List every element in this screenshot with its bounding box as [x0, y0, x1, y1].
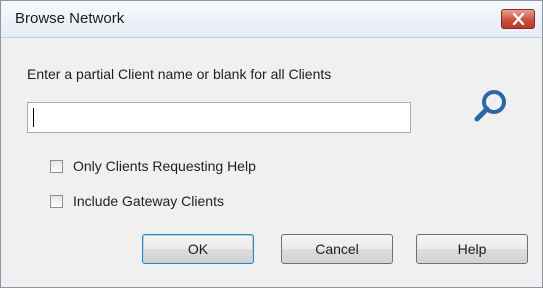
window-title: Browse Network: [15, 10, 125, 27]
only-clients-requesting-help-checkbox[interactable]: [50, 160, 63, 173]
dialog-content: Enter a partial Client name or blank for…: [1, 38, 542, 287]
include-gateway-clients-checkbox[interactable]: [50, 195, 63, 208]
client-name-input[interactable]: [27, 102, 411, 133]
search-icon: [474, 90, 506, 122]
browse-network-dialog: Browse Network Enter a partial Client na…: [0, 0, 543, 288]
prompt-label: Enter a partial Client name or blank for…: [27, 66, 332, 82]
only-clients-requesting-help-label[interactable]: Only Clients Requesting Help: [73, 158, 256, 174]
close-icon: [512, 13, 525, 25]
title-bar[interactable]: Browse Network: [1, 1, 542, 38]
text-caret: [33, 108, 34, 127]
ok-button[interactable]: OK: [142, 234, 254, 264]
include-gateway-clients-label[interactable]: Include Gateway Clients: [73, 193, 224, 209]
close-button[interactable]: [501, 9, 535, 29]
help-button[interactable]: Help: [416, 234, 528, 264]
cancel-button[interactable]: Cancel: [281, 234, 393, 264]
